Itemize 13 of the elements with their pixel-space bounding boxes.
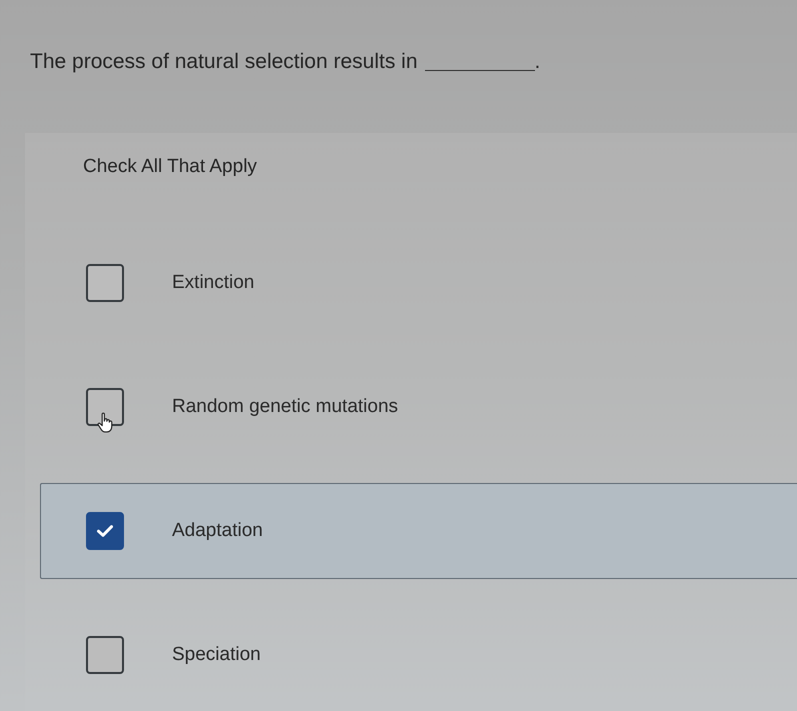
- option-label: Extinction: [172, 271, 254, 295]
- option-label: Speciation: [172, 643, 261, 667]
- check-icon: [97, 525, 113, 537]
- question-period: .: [534, 49, 540, 75]
- option-label: Random genetic mutations: [172, 395, 398, 419]
- instruction-text: Check All That Apply: [83, 156, 257, 178]
- checkbox[interactable]: [86, 636, 124, 674]
- checkbox[interactable]: [86, 388, 124, 426]
- checkbox[interactable]: [86, 512, 124, 550]
- selected-option-highlight[interactable]: Adaptation: [40, 483, 797, 579]
- option-label: Adaptation: [172, 519, 263, 543]
- checkbox[interactable]: [86, 264, 124, 302]
- question-text: The process of natural selection results in: [30, 49, 418, 75]
